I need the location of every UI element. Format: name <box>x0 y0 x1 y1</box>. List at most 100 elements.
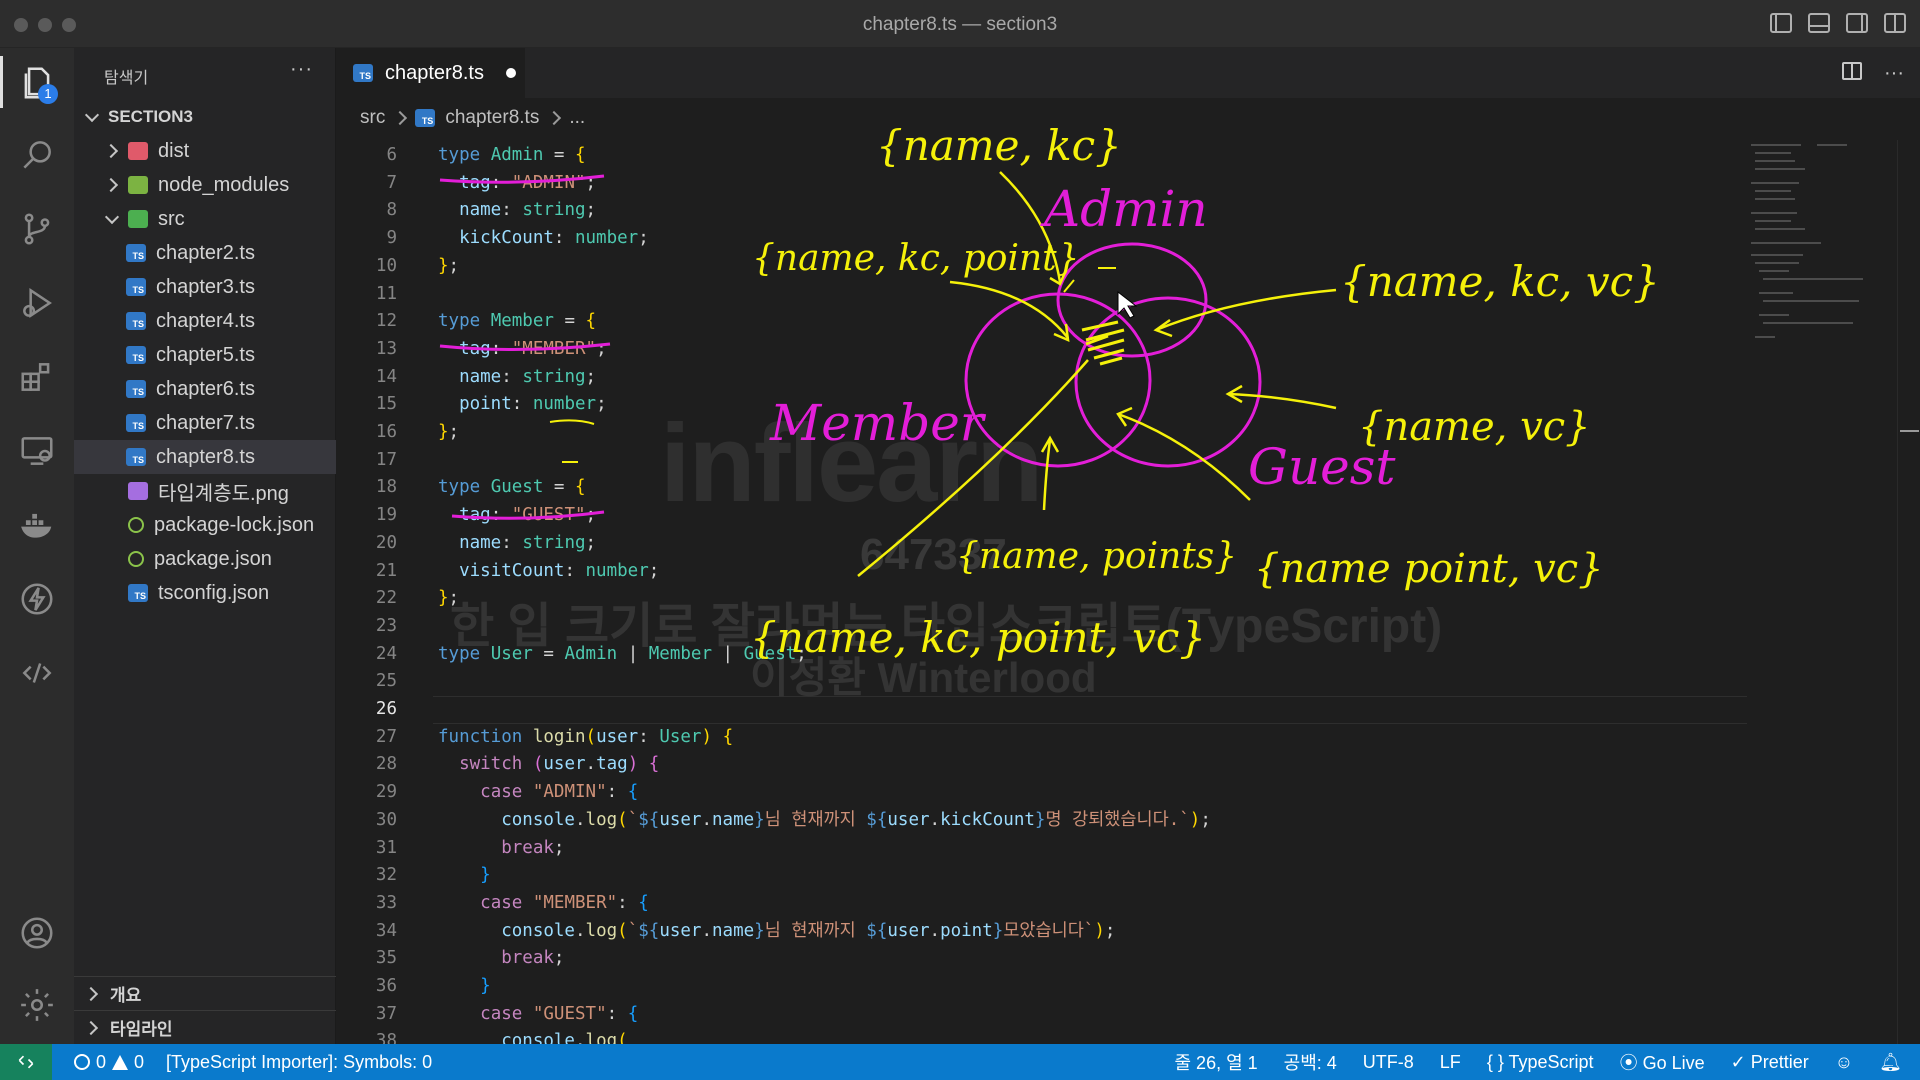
code-line[interactable]: 38 console.log( <box>337 1028 1747 1044</box>
code-line[interactable]: 26 <box>337 696 1747 724</box>
code-line[interactable]: 7 tag: "ADMIN"; <box>337 170 1747 198</box>
explorer-icon[interactable]: 1 <box>14 60 60 106</box>
code-line[interactable]: 14 name: string; <box>337 364 1747 392</box>
language-mode[interactable]: { } TypeScript <box>1487 1052 1594 1073</box>
code-line[interactable]: 22}; <box>337 585 1747 613</box>
code-line[interactable]: 33 case "MEMBER": { <box>337 890 1747 918</box>
source-control-icon[interactable] <box>14 206 60 252</box>
unsaved-dot-icon[interactable] <box>505 68 516 78</box>
more-actions-button[interactable]: ··· <box>290 58 313 81</box>
breadcrumb-file[interactable]: chapter8.ts <box>445 107 539 129</box>
language-label: TypeScript <box>1508 1051 1594 1072</box>
code-line[interactable]: 32 } <box>337 862 1747 890</box>
code-line[interactable]: 13 tag: "MEMBER"; <box>337 336 1747 364</box>
code-line[interactable]: 6 type Admin = { <box>337 142 1747 170</box>
remote-explorer-icon[interactable] <box>14 428 60 474</box>
breadcrumb-folder[interactable]: src <box>360 107 385 129</box>
folder-item[interactable]: dist <box>74 134 336 168</box>
code-line[interactable]: 18 type Guest = { <box>337 474 1747 502</box>
typescript-file-icon: TS <box>415 109 436 127</box>
file-item[interactable]: TS chapter5.ts <box>74 338 336 372</box>
toggle-primary-sidebar-icon[interactable] <box>1770 13 1792 33</box>
code-line[interactable]: 34 console.log(`${user.name}님 현재까지 ${use… <box>337 918 1747 946</box>
vertical-scrollbar[interactable] <box>1897 140 1920 1044</box>
encoding[interactable]: UTF-8 <box>1363 1052 1414 1073</box>
tree-item-label: 타입계층도.png <box>158 482 289 505</box>
prettier-button[interactable]: ✓ Prettier <box>1731 1052 1809 1073</box>
code-line[interactable]: 36 } <box>337 973 1747 1001</box>
file-item[interactable]: 타입계층도.png <box>74 474 336 508</box>
code-line[interactable]: 31 break; <box>337 835 1747 863</box>
run-debug-icon[interactable] <box>14 280 60 326</box>
workspace-root[interactable]: SECTION3 <box>74 100 336 134</box>
code-line[interactable]: 30 console.log(`${user.name}님 현재까지 ${use… <box>337 807 1747 835</box>
code-line[interactable]: 29 case "ADMIN": { <box>337 779 1747 807</box>
thunder-client-icon[interactable] <box>14 576 60 622</box>
extensions-icon[interactable] <box>14 354 60 400</box>
file-item[interactable]: TS chapter7.ts <box>74 406 336 440</box>
code-line[interactable]: 9 kickCount: number; <box>337 225 1747 253</box>
file-item[interactable]: TS chapter8.ts <box>74 440 336 474</box>
file-item[interactable]: TS chapter3.ts <box>74 270 336 304</box>
code-line[interactable]: 17 <box>337 447 1747 475</box>
remote-indicator[interactable] <box>0 1044 52 1080</box>
code-line[interactable]: 19 tag: "GUEST"; <box>337 502 1747 530</box>
toggle-panel-icon[interactable] <box>1808 13 1830 33</box>
indentation[interactable]: 공백: 4 <box>1284 1049 1337 1075</box>
breadcrumb-symbol[interactable]: ... <box>569 107 585 129</box>
code-text: } <box>480 865 491 886</box>
timeline-section[interactable]: 타임라인 <box>74 1010 336 1044</box>
editor-tabs: TS chapter8.ts ··· <box>337 48 1920 98</box>
outline-section[interactable]: 개요 <box>74 976 336 1010</box>
minimap[interactable] <box>1747 140 1897 1044</box>
folder-item[interactable]: node_modules <box>74 168 336 202</box>
notifications-bell-icon[interactable]: 🔔︎ <box>1879 1052 1902 1073</box>
timeline-label: 타임라인 <box>110 1020 173 1039</box>
code-line[interactable]: 25 <box>337 668 1747 696</box>
code-line[interactable]: 35 break; <box>337 945 1747 973</box>
file-item[interactable]: TS chapter6.ts <box>74 372 336 406</box>
more-actions-icon[interactable]: ··· <box>1884 62 1904 85</box>
file-item[interactable]: TS chapter4.ts <box>74 304 336 338</box>
code-line[interactable]: 11 <box>337 281 1747 309</box>
code-line[interactable]: 15 point: number; <box>337 391 1747 419</box>
code-line[interactable]: 37 case "GUEST": { <box>337 1001 1747 1029</box>
customize-layout-icon[interactable] <box>1884 13 1906 33</box>
split-editor-icon[interactable] <box>1842 62 1863 80</box>
docker-icon[interactable] <box>14 502 60 548</box>
code-line[interactable]: 12 type Member = { <box>337 308 1747 336</box>
code-line[interactable]: 8 name: string; <box>337 197 1747 225</box>
problems-indicator[interactable]: 0 0 <box>74 1052 144 1073</box>
code-line[interactable]: 23 <box>337 613 1747 641</box>
search-icon[interactable] <box>14 132 60 178</box>
status-right: 줄 26, 열 1 공백: 4 UTF-8 LF { } TypeScript … <box>1175 1044 1903 1080</box>
line-number: 26 <box>375 699 397 719</box>
settings-gear-icon[interactable] <box>14 982 60 1028</box>
code-line[interactable]: 27 function login(user: User) { <box>337 724 1747 752</box>
file-item[interactable]: TS tsconfig.json <box>74 576 336 610</box>
line-number: 7 <box>386 172 397 193</box>
window-title: chapter8.ts — section3 <box>862 14 1058 35</box>
status-message[interactable]: [TypeScript Importer]: Symbols: 0 <box>166 1052 432 1073</box>
cursor-position[interactable]: 줄 26, 열 1 <box>1175 1049 1258 1075</box>
code-line[interactable]: 21 visitCount: number; <box>337 558 1747 586</box>
code-line[interactable]: 20 name: string; <box>337 530 1747 558</box>
code-line[interactable]: 28 switch (user.tag) { <box>337 751 1747 779</box>
scroll-position-marker <box>1900 430 1919 432</box>
toggle-secondary-sidebar-icon[interactable] <box>1846 13 1868 33</box>
tab-chapter8[interactable]: TS chapter8.ts <box>337 48 525 98</box>
code-text: case "ADMIN": { <box>480 782 639 803</box>
file-item[interactable]: package-lock.json <box>74 508 336 542</box>
end-of-line[interactable]: LF <box>1440 1052 1461 1073</box>
feedback-icon[interactable]: ☺ <box>1835 1052 1853 1073</box>
code-editor[interactable]: 6 type Admin = {7 tag: "ADMIN"; 8 name: st… <box>337 140 1747 1044</box>
live-share-icon[interactable] <box>14 650 60 696</box>
file-item[interactable]: package.json <box>74 542 336 576</box>
folder-item[interactable]: src <box>74 202 336 236</box>
code-line[interactable]: 16}; <box>337 419 1747 447</box>
code-line[interactable]: 24 type User = Admin | Member | Guest; <box>337 641 1747 669</box>
accounts-icon[interactable] <box>14 910 60 956</box>
code-line[interactable]: 10}; <box>337 253 1747 281</box>
go-live-button[interactable]: ⦿ Go Live <box>1620 1049 1705 1075</box>
file-item[interactable]: TS chapter2.ts <box>74 236 336 270</box>
